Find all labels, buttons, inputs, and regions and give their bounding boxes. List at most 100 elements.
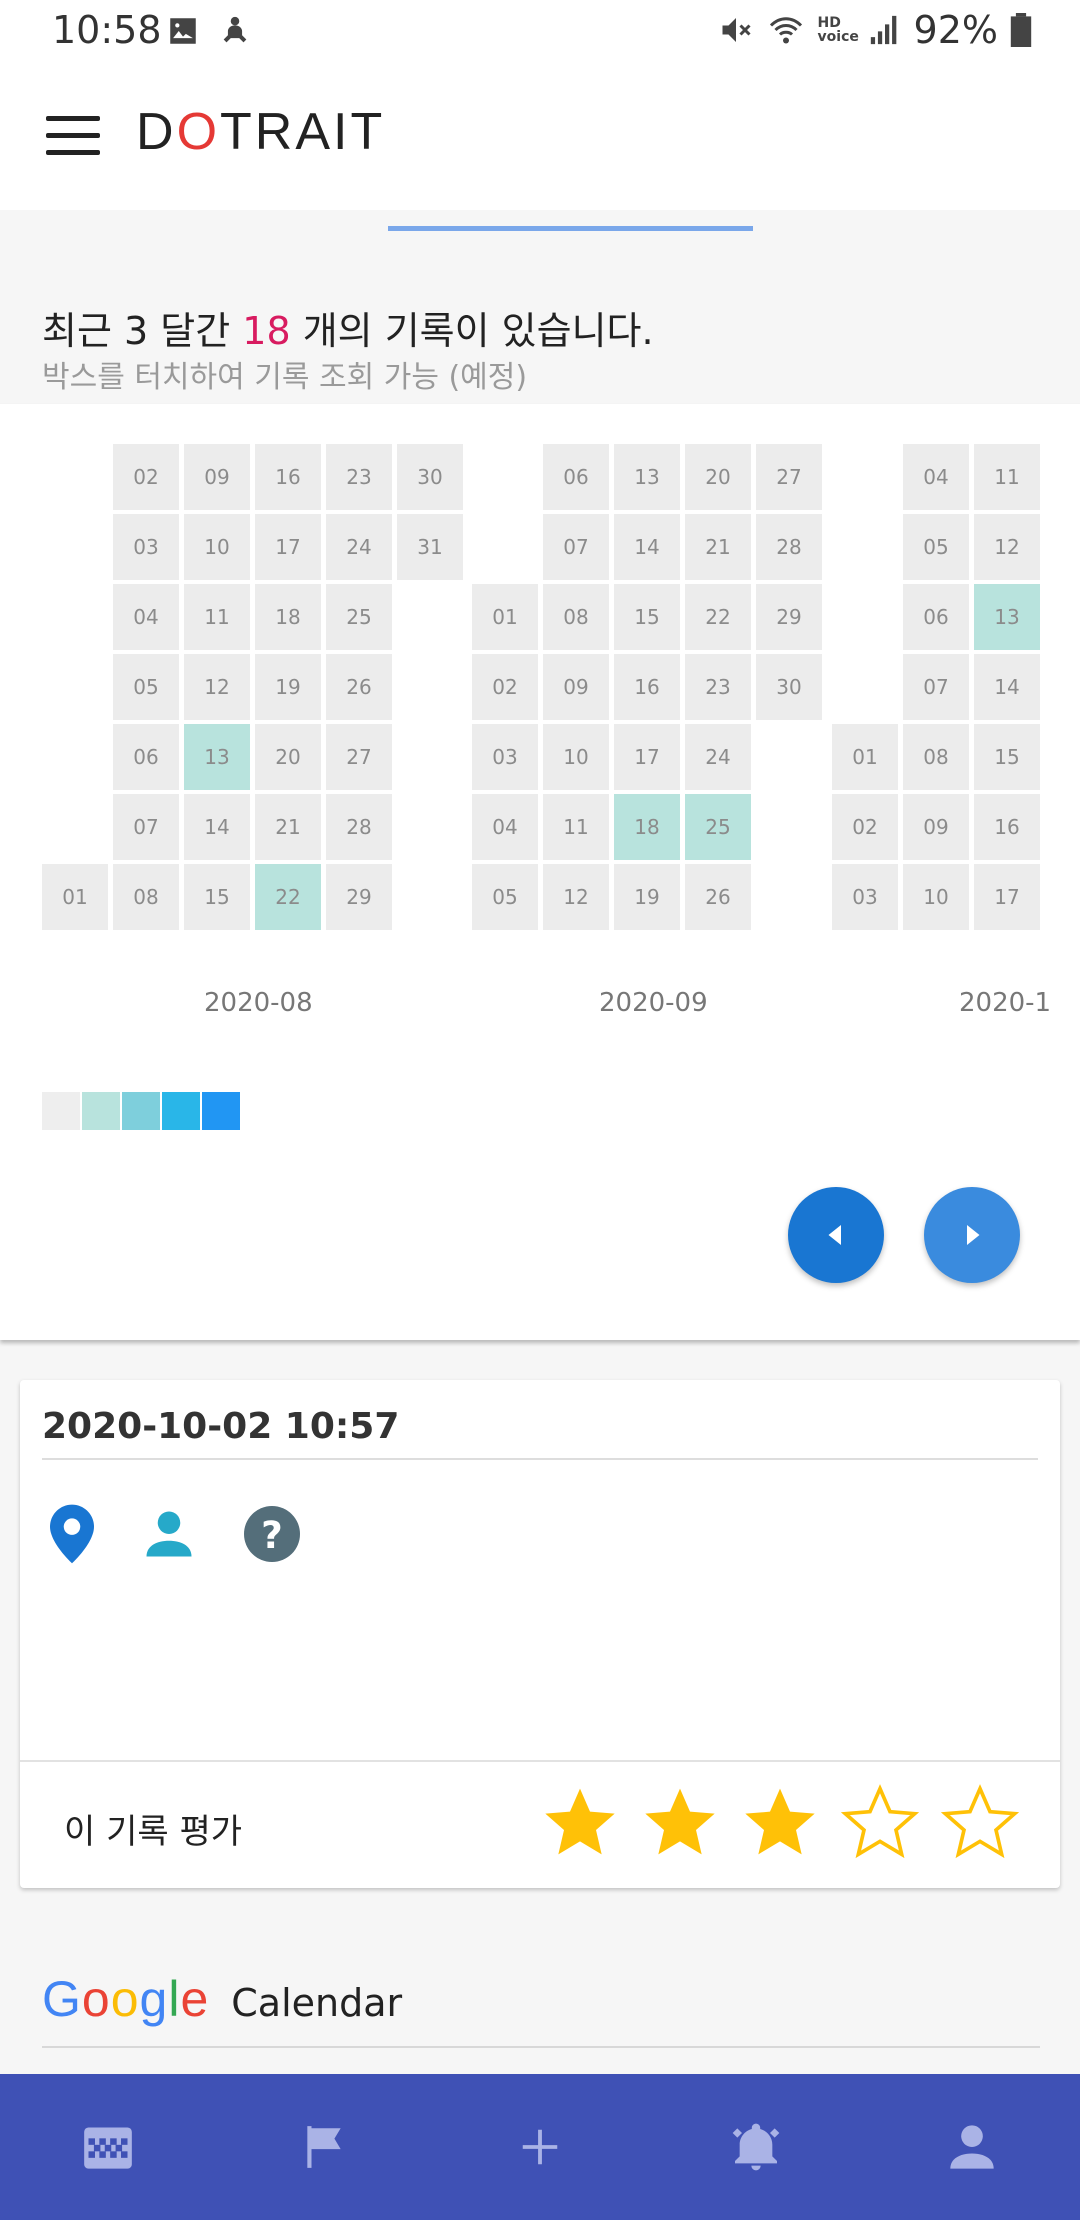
location-pin-icon[interactable]: [50, 1504, 94, 1564]
nav-add[interactable]: [480, 2097, 600, 2197]
day-cell[interactable]: 07: [903, 654, 969, 720]
day-cell[interactable]: 11: [543, 794, 609, 860]
day-cell[interactable]: 23: [326, 444, 392, 510]
day-cell[interactable]: 15: [614, 584, 680, 650]
day-cell[interactable]: 27: [326, 724, 392, 790]
day-cell[interactable]: 16: [974, 794, 1040, 860]
nav-flag[interactable]: [264, 2097, 384, 2197]
day-cell[interactable]: 26: [685, 864, 751, 930]
day-cell[interactable]: 02: [113, 444, 179, 510]
day-cell[interactable]: 06: [543, 444, 609, 510]
day-cell[interactable]: 05: [113, 654, 179, 720]
day-cell[interactable]: 18: [614, 794, 680, 860]
day-cell[interactable]: 20: [255, 724, 321, 790]
day-cell[interactable]: 19: [255, 654, 321, 720]
bottom-navigation: [0, 2074, 1080, 2220]
day-cell[interactable]: 28: [326, 794, 392, 860]
day-cell[interactable]: 16: [255, 444, 321, 510]
nav-alarm[interactable]: [696, 2097, 816, 2197]
star-filled-icon[interactable]: [740, 1782, 820, 1862]
day-cell[interactable]: 08: [903, 724, 969, 790]
day-cell[interactable]: 18: [255, 584, 321, 650]
day-cell[interactable]: 21: [255, 794, 321, 860]
day-cell[interactable]: 14: [974, 654, 1040, 720]
day-cell[interactable]: 10: [543, 724, 609, 790]
day-cell[interactable]: 12: [184, 654, 250, 720]
day-cell[interactable]: 02: [832, 794, 898, 860]
day-cell[interactable]: 09: [184, 444, 250, 510]
day-cell[interactable]: 24: [326, 514, 392, 580]
day-cell[interactable]: 30: [756, 654, 822, 720]
day-cell[interactable]: 10: [903, 864, 969, 930]
day-cell[interactable]: 14: [614, 514, 680, 580]
day-cell[interactable]: 17: [614, 724, 680, 790]
day-cell[interactable]: 01: [472, 584, 538, 650]
day-cell[interactable]: 02: [472, 654, 538, 720]
nav-account[interactable]: [912, 2097, 1032, 2197]
day-cell[interactable]: 09: [903, 794, 969, 860]
day-cell[interactable]: 03: [832, 864, 898, 930]
day-cell[interactable]: 28: [756, 514, 822, 580]
day-cell[interactable]: 07: [543, 514, 609, 580]
day-cell[interactable]: 30: [397, 444, 463, 510]
record-card: 2020-10-02 10:57 ? 이 기록 평가: [20, 1380, 1060, 1888]
day-cell[interactable]: 15: [974, 724, 1040, 790]
day-cell[interactable]: 14: [184, 794, 250, 860]
day-cell[interactable]: 11: [184, 584, 250, 650]
star-outline-icon[interactable]: [940, 1782, 1020, 1862]
day-cell[interactable]: 03: [472, 724, 538, 790]
day-cell[interactable]: 06: [113, 724, 179, 790]
day-cell[interactable]: 04: [472, 794, 538, 860]
day-cell[interactable]: 12: [543, 864, 609, 930]
day-cell[interactable]: 01: [42, 864, 108, 930]
day-cell[interactable]: 29: [756, 584, 822, 650]
divider: [42, 2046, 1040, 2048]
day-cell[interactable]: 20: [685, 444, 751, 510]
day-cell[interactable]: 04: [903, 444, 969, 510]
day-cell[interactable]: 08: [113, 864, 179, 930]
help-icon[interactable]: ?: [244, 1506, 300, 1562]
day-cell[interactable]: 17: [974, 864, 1040, 930]
day-cell[interactable]: 11: [974, 444, 1040, 510]
day-cell[interactable]: 21: [685, 514, 751, 580]
day-cell[interactable]: 26: [326, 654, 392, 720]
next-button[interactable]: [924, 1187, 1020, 1283]
day-cell[interactable]: 13: [614, 444, 680, 510]
star-filled-icon[interactable]: [640, 1782, 720, 1862]
battery-percent: 92%: [913, 8, 998, 52]
day-cell[interactable]: 15: [184, 864, 250, 930]
day-cell[interactable]: 10: [184, 514, 250, 580]
person-icon[interactable]: [142, 1507, 196, 1561]
day-cell[interactable]: 03: [113, 514, 179, 580]
day-cell[interactable]: 24: [685, 724, 751, 790]
day-cell[interactable]: 22: [255, 864, 321, 930]
divider: [20, 1760, 1060, 1762]
day-cell[interactable]: 22: [685, 584, 751, 650]
day-cell[interactable]: 23: [685, 654, 751, 720]
day-cell[interactable]: 12: [974, 514, 1040, 580]
day-cell[interactable]: 01: [832, 724, 898, 790]
legend-swatch: [162, 1092, 200, 1130]
day-cell[interactable]: 27: [756, 444, 822, 510]
day-cell[interactable]: 07: [113, 794, 179, 860]
day-cell[interactable]: 16: [614, 654, 680, 720]
day-cell[interactable]: 13: [184, 724, 250, 790]
star-filled-icon[interactable]: [540, 1782, 620, 1862]
day-cell[interactable]: 31: [397, 514, 463, 580]
day-cell[interactable]: 13: [974, 584, 1040, 650]
prev-button[interactable]: [788, 1187, 884, 1283]
menu-button[interactable]: [46, 116, 100, 158]
day-cell[interactable]: 19: [614, 864, 680, 930]
day-cell[interactable]: 06: [903, 584, 969, 650]
day-cell[interactable]: 25: [326, 584, 392, 650]
day-cell[interactable]: 29: [326, 864, 392, 930]
star-outline-icon[interactable]: [840, 1782, 920, 1862]
day-cell[interactable]: 05: [472, 864, 538, 930]
day-cell[interactable]: 05: [903, 514, 969, 580]
day-cell[interactable]: 17: [255, 514, 321, 580]
day-cell[interactable]: 08: [543, 584, 609, 650]
day-cell[interactable]: 04: [113, 584, 179, 650]
day-cell[interactable]: 09: [543, 654, 609, 720]
day-cell[interactable]: 25: [685, 794, 751, 860]
nav-calendar[interactable]: [48, 2097, 168, 2197]
